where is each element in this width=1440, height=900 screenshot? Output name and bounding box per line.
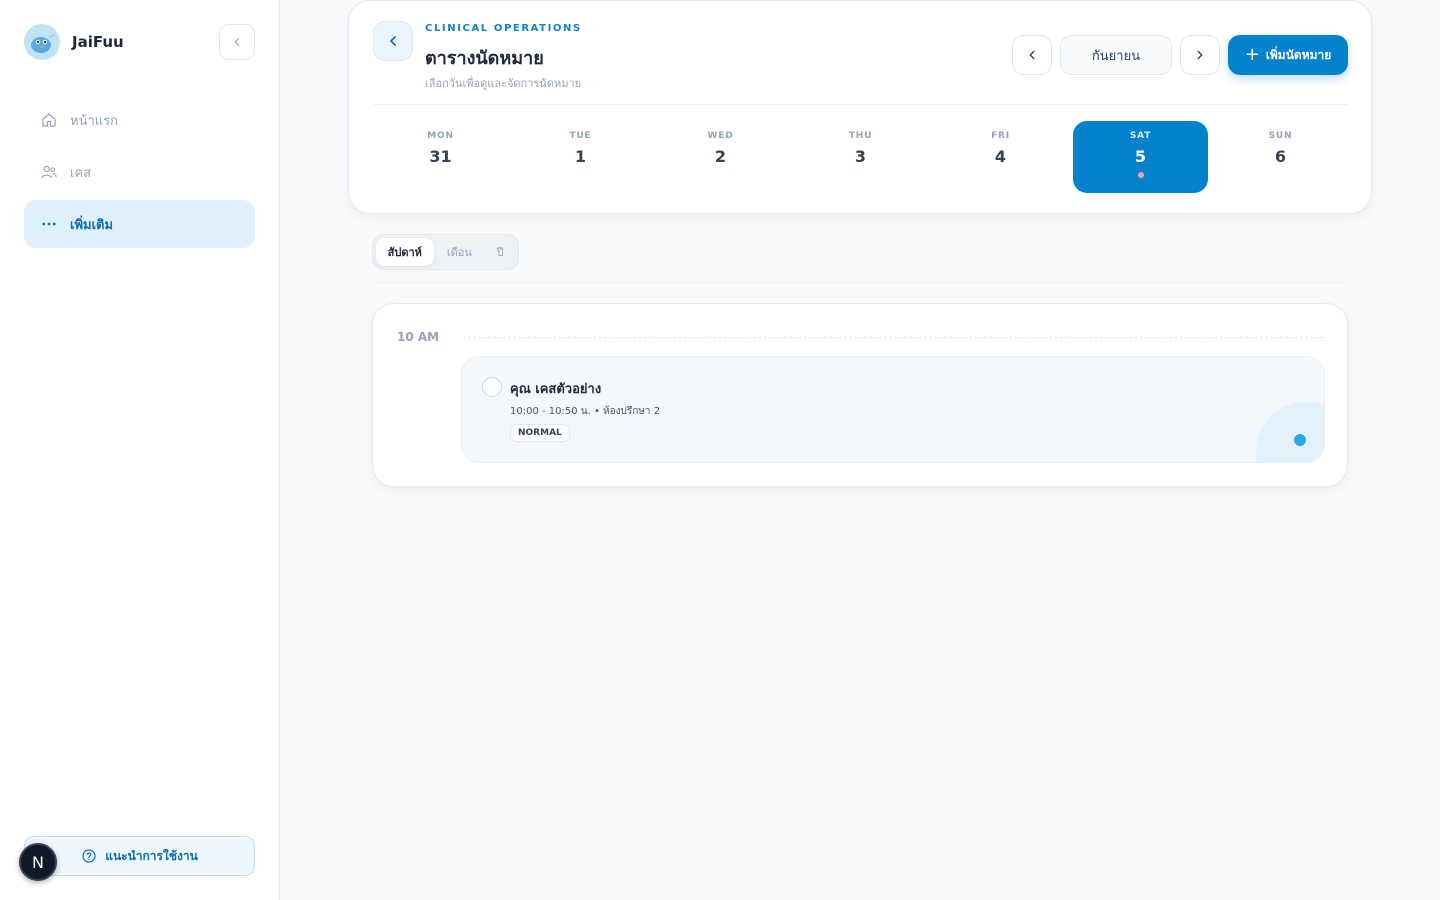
appointment-time-room: 10:00 - 10:50 น. • ห้องปรึกษา 2 xyxy=(510,406,661,417)
sidebar: JaiFuu หน้าแรก เคส เพิ่มเติม แนะนำการใช้… xyxy=(0,0,280,900)
sidebar-item-cases[interactable]: เคส xyxy=(24,148,255,196)
appointment-checkbox[interactable] xyxy=(482,377,502,397)
appointment-card[interactable]: คุณ เคสตัวอย่าง 10:00 - 10:50 น. • ห้องป… xyxy=(461,356,1325,463)
appointment-patient-name: คุณ เคสตัวอย่าง xyxy=(510,382,602,397)
day-name: TUE xyxy=(569,131,592,141)
day-number: 31 xyxy=(429,147,452,166)
previous-month-button[interactable] xyxy=(1012,35,1052,75)
event-indicator-dot xyxy=(1137,172,1144,178)
day-number: 2 xyxy=(714,147,727,166)
day-fri[interactable]: FRI 4 xyxy=(933,121,1068,193)
day-number: 6 xyxy=(1274,147,1287,166)
day-number: 4 xyxy=(994,147,1007,166)
day-sat-selected[interactable]: SAT 5 xyxy=(1073,121,1208,193)
chevron-left-icon xyxy=(234,37,240,47)
week-day-strip: MON 31 TUE 1 WED 2 THU 3 FRI 4 SAT 5 SUN… xyxy=(373,121,1348,193)
tab-month[interactable]: เดือน xyxy=(434,238,486,266)
day-thu[interactable]: THU 3 xyxy=(793,121,928,193)
day-mon[interactable]: MON 31 xyxy=(373,121,508,193)
calendar-header-card: CLINICAL OPERATIONS ตารางนัดหมาย เลือกวั… xyxy=(348,0,1372,214)
next-month-button[interactable] xyxy=(1180,35,1220,75)
status-dot-icon xyxy=(1294,434,1306,446)
tab-week[interactable]: สัปดาห์ xyxy=(376,238,434,266)
section-divider xyxy=(372,282,1348,283)
day-name: THU xyxy=(848,131,873,141)
day-wed[interactable]: WED 2 xyxy=(653,121,788,193)
add-appointment-label: เพิ่มนัดหมาย xyxy=(1265,47,1332,62)
tab-year[interactable]: ปี xyxy=(485,238,515,266)
sidebar-item-home[interactable]: หน้าแรก xyxy=(24,96,255,144)
home-icon xyxy=(40,111,58,129)
day-name: SAT xyxy=(1129,131,1152,141)
view-toggle: สัปดาห์ เดือน ปี xyxy=(372,234,519,270)
day-sun[interactable]: SUN 6 xyxy=(1213,121,1348,193)
day-name: MON xyxy=(427,131,454,141)
sidebar-item-more[interactable]: เพิ่มเติม xyxy=(24,200,255,248)
sidebar-item-label: หน้าแรก xyxy=(70,113,118,129)
more-icon xyxy=(40,215,58,233)
chevron-right-icon xyxy=(1197,50,1203,60)
help-circle-icon xyxy=(81,848,97,864)
sidebar-nav: หน้าแรก เคส เพิ่มเติม xyxy=(24,96,255,252)
time-slot-label: 10 AM xyxy=(397,330,440,344)
help-guide-button[interactable]: แนะนำการใช้งาน xyxy=(24,836,255,876)
day-name: FRI xyxy=(991,131,1010,141)
users-icon xyxy=(40,163,58,181)
bird-avatar-icon xyxy=(24,24,60,60)
sidebar-item-label: เคส xyxy=(70,165,92,181)
day-name: WED xyxy=(707,131,734,141)
chevron-left-icon xyxy=(1029,50,1035,60)
day-number: 5 xyxy=(1134,147,1147,166)
chevron-left-icon xyxy=(390,36,396,46)
page-subtitle: เลือกวันเพื่อดูและจัดการนัดหมาย xyxy=(425,77,582,90)
day-tue[interactable]: TUE 1 xyxy=(513,121,648,193)
schedule-card: 10 AM คุณ เคสตัวอย่าง 10:00 - 10:50 น. •… xyxy=(372,303,1348,487)
help-guide-label: แนะนำการใช้งาน xyxy=(105,848,198,863)
time-slot-rule xyxy=(463,337,1323,338)
page-title: ตารางนัดหมาย xyxy=(425,48,544,69)
brand-name: JaiFuu xyxy=(72,33,124,51)
day-name: SUN xyxy=(1268,131,1293,141)
month-selector[interactable]: กันยายน xyxy=(1060,35,1172,75)
section-eyebrow: CLINICAL OPERATIONS xyxy=(425,23,582,34)
sidebar-item-label: เพิ่มเติม xyxy=(70,217,114,233)
back-button[interactable] xyxy=(373,21,413,61)
add-appointment-button[interactable]: + เพิ่มนัดหมาย xyxy=(1228,35,1348,75)
framework-badge[interactable]: N xyxy=(19,843,57,881)
brand[interactable]: JaiFuu xyxy=(24,24,124,60)
priority-badge: NORMAL xyxy=(510,424,570,442)
day-number: 1 xyxy=(574,147,587,166)
plus-icon: + xyxy=(1244,44,1260,65)
day-number: 3 xyxy=(854,147,867,166)
collapse-sidebar-button[interactable] xyxy=(219,24,255,60)
decorative-shape xyxy=(1256,402,1324,462)
header-divider xyxy=(373,104,1348,105)
